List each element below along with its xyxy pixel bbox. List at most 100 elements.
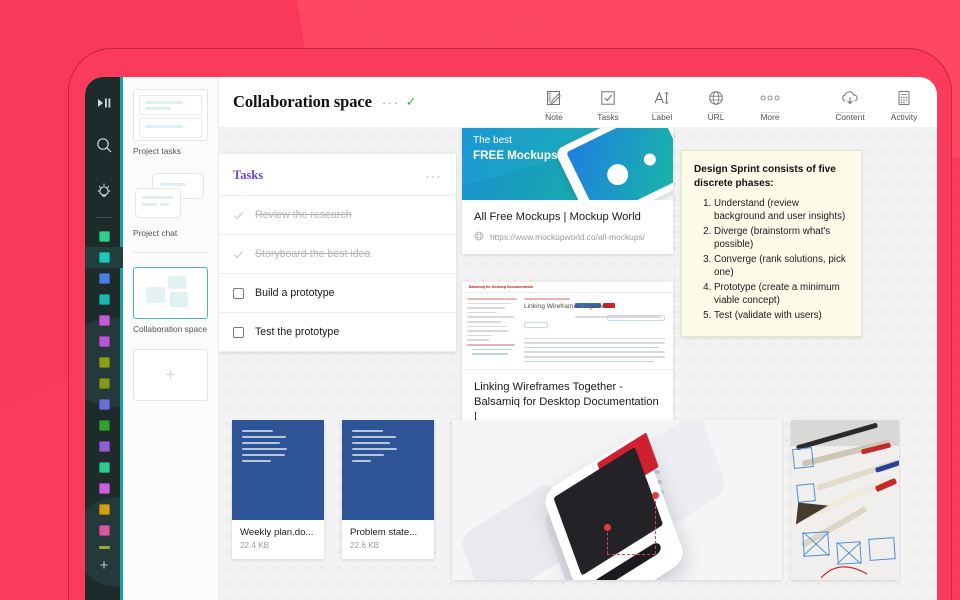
sketch-pens-photo[interactable]: [791, 420, 899, 580]
tool-more-label: More: [760, 111, 780, 122]
tasks-card-title: Tasks: [233, 168, 264, 182]
rail-swatch-color-12: [98, 483, 110, 494]
rail-swatch-2[interactable]: [85, 268, 123, 289]
tool-activity[interactable]: Activity: [877, 88, 931, 122]
text-label-icon: [653, 88, 671, 108]
sticky-note-list: Understand (review background and user i…: [714, 197, 849, 322]
check-icon[interactable]: [233, 210, 244, 221]
balsamiq-doc-sidebar: [467, 298, 519, 358]
main-area: Collaboration space ··· ✓ Note Tasks Lab…: [219, 77, 937, 600]
page-backdrop: + Project tasks Project chat Collaborati…: [0, 0, 960, 600]
tool-url[interactable]: URL: [689, 88, 743, 122]
rail-swatch-6[interactable]: [85, 352, 123, 373]
rail-swatch-list[interactable]: [85, 226, 123, 541]
sticky-note-design-sprint[interactable]: Design Sprint consists of five discrete …: [681, 150, 862, 337]
board-thumb-project-chat[interactable]: [133, 171, 208, 223]
rail-swatch-0[interactable]: [85, 226, 123, 247]
tool-content[interactable]: Content: [823, 88, 877, 122]
page-title: Collaboration space: [233, 92, 372, 111]
tasks-card-menu-button[interactable]: ···: [426, 169, 443, 183]
app-screen: + Project tasks Project chat Collaborati…: [85, 77, 937, 600]
wireframe-prototype-image[interactable]: [452, 420, 782, 580]
mockup-hero-image: The best FREE Mockups: [462, 128, 673, 200]
rail-swatch-color-1: [98, 252, 110, 263]
idea-bulb-icon[interactable]: [90, 177, 118, 205]
rail-swatch-14[interactable]: [85, 520, 123, 541]
tasks-card[interactable]: Tasks ··· Review the research Storyboard …: [219, 154, 456, 352]
sticky-note-heading: Design Sprint consists of five discrete …: [694, 164, 836, 189]
task-list[interactable]: Review the research Storyboard the best i…: [219, 196, 456, 352]
toolbar-tools: Note Tasks Label URL More Content Activi…: [527, 88, 937, 122]
add-board-button[interactable]: +: [133, 348, 208, 401]
task-checkbox[interactable]: [233, 287, 244, 299]
check-icon[interactable]: [233, 249, 244, 260]
tool-label[interactable]: Label: [635, 88, 689, 122]
task-row[interactable]: Build a prototype: [219, 274, 456, 313]
tool-note-label: Note: [545, 111, 563, 122]
checkbox-icon: [600, 88, 616, 108]
search-icon[interactable]: [90, 131, 118, 159]
balsamiq-doc-body: Linking Wireframes Together: [524, 298, 665, 365]
rail-swatch-color-9: [98, 420, 110, 431]
board-label-project-tasks: Project tasks: [133, 146, 181, 156]
rail-swatch-10[interactable]: [85, 436, 123, 457]
file-thumbnail-weekly-plan: [232, 420, 324, 520]
task-row[interactable]: Storyboard the best idea: [219, 235, 456, 274]
link-url-mockups[interactable]: https://www.mockupworld.co/all-mockups/: [462, 225, 673, 254]
play-pause-icon[interactable]: [90, 89, 118, 117]
sticky-note-item: Understand (review background and user i…: [714, 197, 849, 223]
tool-more[interactable]: More: [743, 88, 797, 122]
saved-check-icon: ✓: [405, 94, 417, 109]
tool-tasks[interactable]: Tasks: [581, 88, 635, 122]
rail-add-button[interactable]: +: [100, 558, 109, 573]
board-thumb-project-tasks[interactable]: [133, 89, 208, 141]
balsamiq-doc-thumbnail: Balsamiq for Desktop Documentation Linki…: [462, 282, 673, 370]
rail-swatch-9[interactable]: [85, 415, 123, 436]
file-card-problem-statement[interactable]: Problem state... 22.6 KB: [342, 420, 434, 559]
rail-swatch-7[interactable]: [85, 373, 123, 394]
title-more-button[interactable]: ···: [382, 95, 400, 110]
sticky-note-item: Converge (rank solutions, pick one): [714, 253, 849, 279]
rail-swatch-color-0: [98, 231, 110, 242]
sticky-note-item: Test (validate with users): [714, 309, 849, 322]
file-size-problem-statement: 22.6 KB: [350, 541, 380, 550]
file-card-weekly-plan[interactable]: Weekly plan.do... 22.4 KB: [232, 420, 324, 559]
task-row[interactable]: Test the prototype: [219, 313, 456, 352]
rail-swatch-11[interactable]: [85, 457, 123, 478]
file-meta-problem-statement: Problem state... 22.6 KB: [342, 520, 434, 559]
link-url-text-mockups: https://www.mockupworld.co/all-mockups/: [490, 231, 645, 242]
task-row[interactable]: Review the research: [219, 196, 456, 235]
tool-note[interactable]: Note: [527, 88, 581, 122]
rail-swatch-1[interactable]: [85, 247, 123, 268]
task-checkbox[interactable]: [233, 326, 244, 338]
board-canvas[interactable]: Tasks ··· Review the research Storyboard …: [219, 128, 937, 600]
rail-swatch-color-6: [98, 357, 110, 368]
tool-tasks-label: Tasks: [597, 111, 619, 122]
rail-swatch-color-8: [98, 399, 110, 410]
rail-swatch-12[interactable]: [85, 478, 123, 499]
file-thumbnail-problem-statement: [342, 420, 434, 520]
link-title-mockups: All Free Mockups | Mockup World: [474, 211, 641, 223]
activity-list-icon: [897, 88, 911, 108]
task-label: Build a prototype: [255, 287, 335, 299]
rail-swatch-13[interactable]: [85, 499, 123, 520]
rail-divider: [97, 217, 111, 218]
color-rail-sidebar[interactable]: +: [85, 77, 123, 600]
link-preview-card-mockups[interactable]: The best FREE Mockups All Free Mockups |…: [462, 128, 673, 254]
rail-swatch-4[interactable]: [85, 310, 123, 331]
board-thumb-collaboration-space[interactable]: [133, 267, 208, 319]
hero-headline: FREE Mockups: [473, 148, 558, 162]
rail-swatch-color-7: [98, 378, 110, 389]
tool-content-label: Content: [835, 111, 865, 122]
rail-swatch-color-13: [98, 504, 110, 515]
board-label-collaboration-space: Collaboration space: [133, 324, 208, 334]
ellipsis-icon: [759, 88, 781, 108]
rail-swatch-3[interactable]: [85, 289, 123, 310]
tablet-device-frame: + Project tasks Project chat Collaborati…: [68, 48, 952, 600]
sticky-note-item: Diverge (brainstorm what's possible): [714, 225, 849, 251]
rail-swatch-5[interactable]: [85, 331, 123, 352]
rail-swatch-8[interactable]: [85, 394, 123, 415]
boards-sidebar[interactable]: Project tasks Project chat Collaboration…: [123, 77, 219, 600]
tool-activity-label: Activity: [890, 111, 918, 122]
note-pencil-icon: [546, 88, 562, 108]
